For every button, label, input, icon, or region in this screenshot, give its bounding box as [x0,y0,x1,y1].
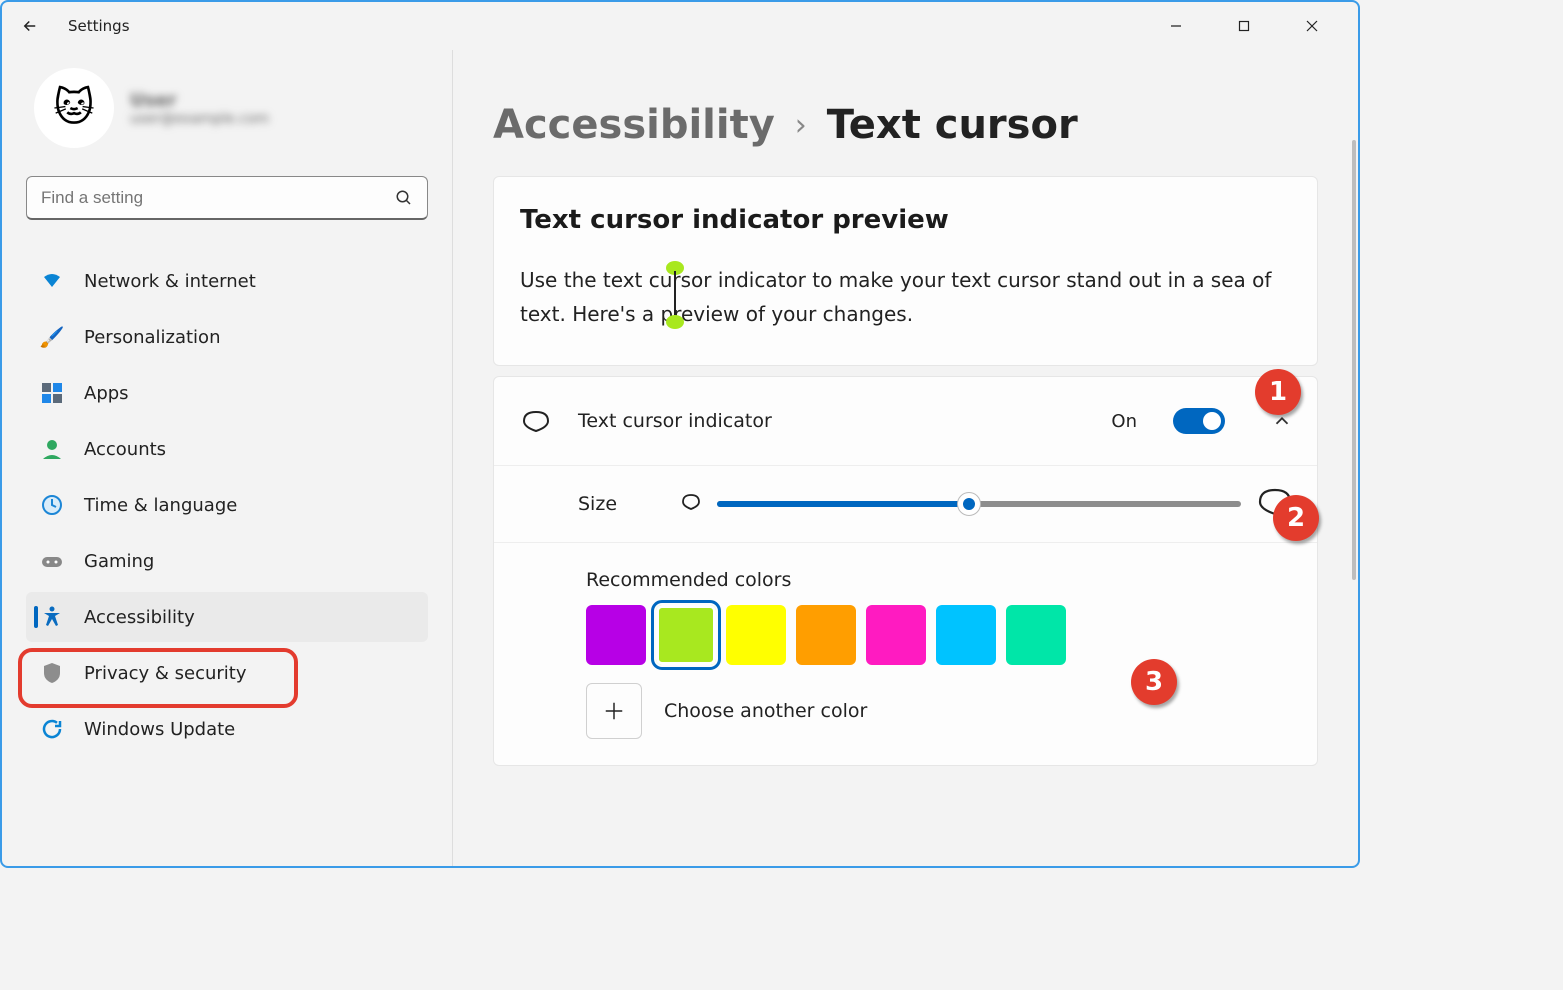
user-profile[interactable]: 🐱 User user@example.com [26,68,428,148]
app-title: Settings [68,17,130,35]
swatch-list [586,605,1293,665]
indicator-label: Text cursor indicator [578,410,772,432]
sidebar-item-network[interactable]: Network & internet [26,256,428,306]
choose-color-label: Choose another color [664,700,867,722]
indicator-toggle[interactable] [1173,408,1225,434]
search-box[interactable] [26,176,428,220]
sidebar-item-label: Windows Update [84,719,235,740]
paintbrush-icon: 🖌️ [40,325,64,349]
nav: Network & internet 🖌️ Personalization Ap… [26,256,428,754]
update-icon [40,717,64,741]
color-swatch-teal[interactable] [1006,605,1066,665]
sidebar-item-windows-update[interactable]: Windows Update [26,704,428,754]
user-name: User [130,90,269,111]
color-swatch-purple[interactable] [586,605,646,665]
color-swatch-cyan[interactable] [936,605,996,665]
sidebar-item-label: Gaming [84,551,154,572]
sidebar-item-gaming[interactable]: Gaming [26,536,428,586]
size-row: Size [494,466,1317,543]
preview-title: Text cursor indicator preview [520,205,1291,235]
sidebar-item-label: Time & language [84,495,237,516]
sidebar-item-personalization[interactable]: 🖌️ Personalization [26,312,428,362]
titlebar: Settings [2,2,1358,50]
sidebar-item-accounts[interactable]: Accounts [26,424,428,474]
clock-globe-icon [40,493,64,517]
slider-thumb[interactable] [957,492,981,516]
sidebar-item-label: Personalization [84,327,220,348]
content: Accessibility › Text cursor Text cursor … [452,50,1358,866]
indicator-row[interactable]: Text cursor indicator On [494,377,1317,466]
annotation-badge-1: 1 [1255,369,1301,415]
size-slider[interactable] [717,501,1241,507]
colors-title: Recommended colors [586,569,1293,591]
sidebar-item-label: Network & internet [84,271,256,292]
sidebar-item-label: Privacy & security [84,663,247,684]
sidebar-item-accessibility[interactable]: Accessibility [26,592,428,642]
sidebar-item-label: Accounts [84,439,166,460]
sidebar-item-privacy[interactable]: Privacy & security [26,648,428,698]
cursor-indicator-icon [518,403,554,439]
preview-text: Use the text cursor indicator to make yo… [520,263,1291,331]
color-swatch-magenta[interactable] [866,605,926,665]
close-button[interactable] [1290,10,1334,42]
search-icon [395,189,413,207]
sidebar: 🐱 User user@example.com Network & intern [2,50,452,866]
size-min-icon [681,494,701,514]
preview-card: Text cursor indicator preview Use the te… [493,176,1318,366]
minimize-button[interactable] [1154,10,1198,42]
gamepad-icon [40,549,64,573]
avatar: 🐱 [34,68,114,148]
toggle-state-label: On [1111,411,1137,432]
breadcrumb-parent[interactable]: Accessibility [493,102,775,148]
shield-icon [40,661,64,685]
window-controls [1154,10,1350,42]
wifi-icon [40,269,64,293]
maximize-button[interactable] [1222,10,1266,42]
color-swatch-yellow[interactable] [726,605,786,665]
breadcrumb: Accessibility › Text cursor [493,102,1318,148]
sidebar-item-label: Apps [84,383,129,404]
annotation-badge-3: 3 [1131,659,1177,705]
settings-window: Settings 🐱 User user@example.com [0,0,1360,868]
cursor-indicator-bottom-icon [666,315,684,329]
search-input[interactable] [41,188,395,208]
apps-icon [40,381,64,405]
colors-section: Recommended colors Choose another color [494,543,1317,765]
scrollbar[interactable] [1352,140,1356,580]
sidebar-item-label: Accessibility [84,607,195,628]
color-swatch-lime[interactable] [656,605,716,665]
sidebar-item-apps[interactable]: Apps [26,368,428,418]
annotation-badge-2: 2 [1273,495,1319,541]
color-swatch-orange[interactable] [796,605,856,665]
indicator-card: Text cursor indicator On Size [493,376,1318,766]
choose-color-button[interactable] [586,683,642,739]
page-title: Text cursor [827,102,1078,148]
preview-text-content: Use the text cursor indicator to make yo… [520,268,1271,326]
size-label: Size [578,493,617,515]
person-icon [40,437,64,461]
user-email: user@example.com [130,111,269,127]
cursor-preview-caret [674,271,676,315]
chevron-right-icon: › [795,108,807,143]
back-button[interactable] [10,6,50,46]
accessibility-icon [40,605,64,629]
sidebar-item-time-language[interactable]: Time & language [26,480,428,530]
